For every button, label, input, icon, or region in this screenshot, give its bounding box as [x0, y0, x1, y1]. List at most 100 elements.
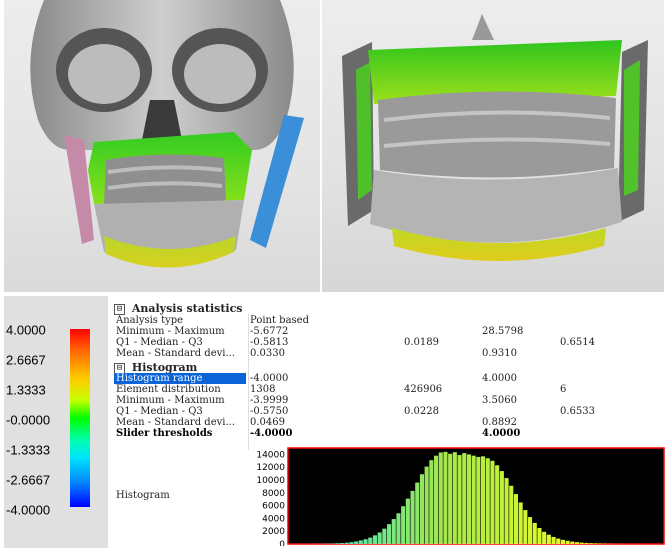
stats-row[interactable]: Mean - Standard devi... 0.0469 0.8892 — [114, 417, 665, 428]
histogram-plot-area — [287, 447, 665, 545]
histogram-bar — [452, 452, 457, 544]
color-scale-labels: 4.0000 2.6667 1.3333 -0.0000 -1.3333 -2.… — [4, 316, 66, 518]
histogram-bar — [377, 532, 382, 544]
stats-value: 4.0000 — [482, 373, 517, 384]
histogram-row-label: Histogram — [116, 490, 170, 501]
stats-row-label: Element distribution — [116, 384, 221, 395]
histogram-bar — [368, 537, 373, 544]
stats-value: 1308 — [250, 384, 276, 395]
stats-value: 0.6533 — [560, 406, 595, 417]
section-histogram[interactable]: ⊟ Histogram — [114, 361, 665, 374]
stats-row[interactable]: Element distribution 1308 426906 6 — [114, 384, 665, 395]
histogram-bar — [443, 451, 448, 544]
legend-label: -1.3333 — [6, 442, 51, 458]
stats-value: -3.9999 — [250, 395, 289, 406]
histogram-bar — [579, 542, 584, 544]
histogram-bar — [415, 482, 420, 544]
histogram-bar — [424, 466, 429, 544]
stats-row-label: Analysis type — [116, 315, 184, 326]
viewport-frontal[interactable] — [4, 0, 320, 292]
y-tick-label: 4000 — [262, 514, 285, 524]
legend-label: -0.0000 — [6, 412, 51, 428]
stats-row[interactable]: Histogram range -4.0000 4.0000 — [114, 373, 665, 384]
mandible-oblique-render — [342, 14, 648, 261]
stats-row-label: Mean - Standard devi... — [116, 348, 235, 359]
histogram-bar — [405, 498, 410, 544]
histogram-bar — [387, 524, 392, 544]
legend-label: -4.0000 — [6, 502, 51, 518]
stats-row-label: Slider thresholds — [116, 428, 213, 439]
histogram-bar — [462, 453, 467, 544]
histogram-bar — [584, 542, 589, 544]
stats-row-label: Q1 - Median - Q3 — [116, 406, 203, 417]
histogram-bar — [330, 543, 335, 544]
section-title: Analysis statistics — [131, 302, 243, 315]
histogram-bar — [537, 528, 542, 544]
stats-value: 0.0469 — [250, 417, 285, 428]
viewport-oblique[interactable] — [322, 0, 664, 292]
stats-row[interactable]: Minimum - Maximum -3.9999 3.5060 — [114, 395, 665, 406]
histogram-bar — [349, 542, 354, 544]
stats-value: 0.0228 — [404, 406, 439, 417]
stats-row-label: Q1 - Median - Q3 — [116, 337, 203, 348]
histogram-bar — [593, 543, 598, 544]
histogram-bar — [344, 542, 349, 544]
stats-value: 0.0189 — [404, 337, 439, 348]
histogram-bar — [481, 456, 486, 544]
collapse-toggle-icon[interactable]: ⊟ — [114, 362, 125, 374]
histogram-bar — [490, 460, 495, 544]
stats-row[interactable]: Q1 - Median - Q3 -0.5813 0.0189 0.6514 — [114, 337, 665, 348]
histogram-bar — [523, 510, 528, 544]
histogram-bar — [542, 531, 547, 544]
y-tick-label: 12000 — [256, 463, 285, 473]
stats-value: 28.5798 — [482, 326, 524, 337]
stats-row-label: Minimum - Maximum — [116, 326, 225, 337]
stats-row[interactable]: Analysis type Point based — [114, 315, 665, 326]
histogram-bar — [471, 455, 476, 544]
stats-value: Point based — [250, 315, 309, 326]
histogram-bar — [575, 542, 580, 544]
stats-row[interactable]: Mean - Standard devi... 0.0330 0.9310 — [114, 348, 665, 359]
histogram-bar — [560, 539, 565, 544]
histogram-bar — [382, 528, 387, 544]
stats-value: 4.0000 — [482, 428, 521, 439]
histogram-chart: 14000 12000 10000 8000 6000 4000 2000 0 — [256, 447, 665, 546]
stats-value: 0.0330 — [250, 348, 285, 359]
section-analysis-statistics[interactable]: ⊟ Analysis statistics — [114, 302, 665, 315]
histogram-bar — [518, 502, 523, 544]
histogram-bar — [570, 541, 575, 544]
skull-frontal-render — [30, 0, 304, 268]
stats-row[interactable]: Q1 - Median - Q3 -0.5750 0.0228 0.6533 — [114, 406, 665, 417]
histogram-bar — [532, 522, 537, 544]
collapse-toggle-icon[interactable]: ⊟ — [114, 303, 125, 315]
legend-label: -2.6667 — [6, 472, 51, 488]
stats-row[interactable]: Slider thresholds -4.0000 4.0000 — [114, 428, 665, 439]
stats-row-label: Minimum - Maximum — [116, 395, 225, 406]
stats-row[interactable]: Minimum - Maximum -5.6772 28.5798 — [114, 326, 665, 337]
statistics-panel: ⊟ Analysis statistics Analysis type Point… — [114, 300, 665, 548]
stats-row-label: Mean - Standard devi... — [116, 417, 235, 428]
stats-value: 0.8892 — [482, 417, 517, 428]
histogram-bar — [429, 460, 434, 544]
stats-value: -5.6772 — [250, 326, 289, 337]
stats-value: 0.6514 — [560, 337, 595, 348]
stats-value: 0.9310 — [482, 348, 517, 359]
y-tick-label: 8000 — [262, 489, 285, 499]
histogram-bar — [504, 478, 509, 544]
stats-value: -0.5750 — [250, 406, 289, 417]
stats-value: -4.0000 — [250, 373, 289, 384]
histogram-bar — [410, 490, 415, 544]
histogram-bar — [434, 455, 439, 544]
legend-label: 1.3333 — [6, 382, 46, 398]
histogram-bar — [391, 519, 396, 544]
histogram-bar — [509, 485, 514, 544]
histogram-bar — [340, 543, 345, 544]
legend-label: 2.6667 — [6, 352, 46, 368]
stats-value: -4.0000 — [250, 428, 293, 439]
histogram-bar — [363, 539, 368, 544]
histogram-bar — [556, 538, 561, 544]
y-tick-label: 10000 — [256, 476, 285, 486]
y-tick-label: 6000 — [262, 502, 285, 512]
y-tick-label: 2000 — [262, 527, 285, 537]
histogram-bar — [513, 494, 518, 544]
